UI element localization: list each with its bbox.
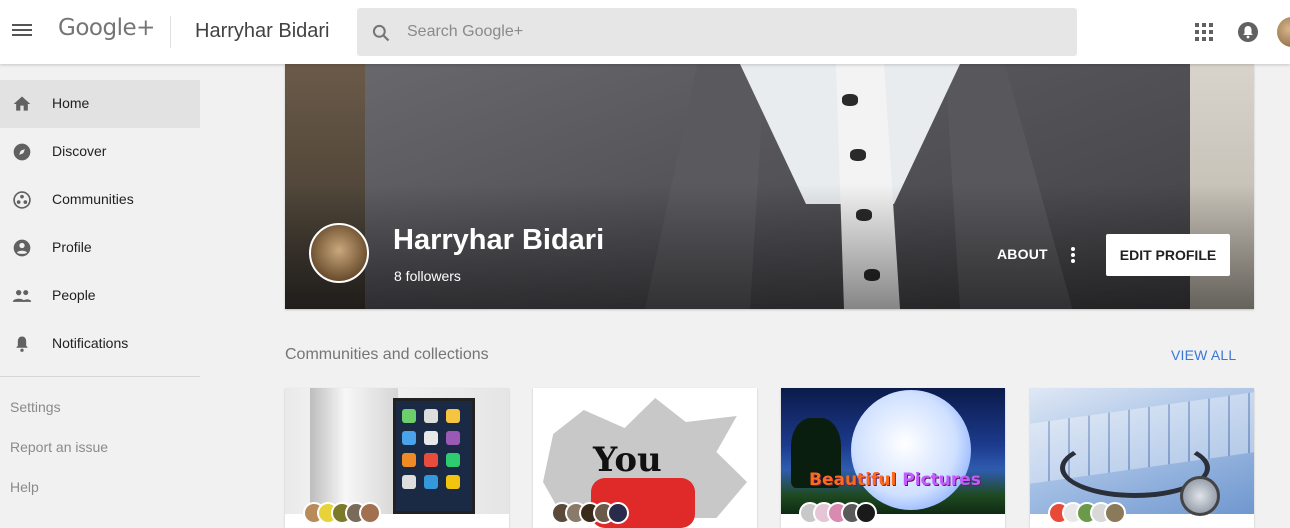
top-app-bar: Google+ Harryhar Bidari <box>0 0 1290 64</box>
nav-item-label: Profile <box>52 239 92 255</box>
moonlight-couple-image: Beautiful Pictures <box>781 388 1005 514</box>
nav-item-people[interactable]: People <box>0 272 200 320</box>
nav-item-label: People <box>52 287 96 303</box>
beautiful-pictures-word: Pictures <box>902 470 981 490</box>
notifications-bell-icon[interactable] <box>1238 22 1258 42</box>
nav-item-profile[interactable]: Profile <box>0 224 200 272</box>
nav-item-label: Home <box>52 95 90 111</box>
home-icon <box>13 96 31 111</box>
hamburger-menu-icon[interactable] <box>12 22 32 42</box>
beautiful-pictures-text: Beautiful Pictures <box>809 470 981 490</box>
report-issue-link[interactable]: Report an issue <box>10 439 108 455</box>
help-link[interactable]: Help <box>10 479 39 495</box>
account-circle-icon <box>13 239 31 257</box>
followers-count[interactable]: 8 followers <box>394 268 461 284</box>
about-button[interactable]: ABOUT <box>997 246 1048 262</box>
settings-link[interactable]: Settings <box>10 399 61 415</box>
profile-avatar[interactable] <box>309 223 369 283</box>
edit-profile-button[interactable]: EDIT PROFILE <box>1106 234 1230 276</box>
search-icon <box>372 24 390 42</box>
account-avatar[interactable] <box>1277 17 1290 47</box>
nav-item-notifications[interactable]: Notifications <box>0 320 200 368</box>
communities-icon <box>13 191 31 209</box>
google-plus-logo[interactable]: Google+ <box>58 15 155 41</box>
header-divider <box>170 16 171 48</box>
page-title: Harryhar Bidari <box>195 20 330 42</box>
nav-item-communities[interactable]: Communities <box>0 176 200 224</box>
search-input[interactable] <box>407 8 1057 56</box>
section-title: Communities and collections <box>285 346 489 363</box>
profile-name: Harryhar Bidari <box>393 224 605 256</box>
youtube-image: You <box>533 388 757 528</box>
more-vert-icon[interactable] <box>1069 245 1077 265</box>
nav-item-home[interactable]: Home <box>0 80 200 128</box>
nav-item-discover[interactable]: Discover <box>0 128 200 176</box>
nav-item-label: Discover <box>52 143 107 159</box>
bell-icon <box>16 336 28 352</box>
search-box[interactable] <box>357 8 1077 56</box>
community-card[interactable]: You <box>533 388 757 528</box>
nav-item-label: Notifications <box>52 335 129 351</box>
community-card[interactable] <box>285 388 509 528</box>
apps-grid-icon[interactable] <box>1195 23 1213 41</box>
left-navigation: Home Discover Communities Profile People… <box>0 64 200 524</box>
youtube-image-text: You <box>593 440 662 480</box>
profile-cover: Harryhar Bidari 8 followers ABOUT EDIT P… <box>285 64 1254 309</box>
sidebar-divider <box>0 376 200 377</box>
people-icon <box>12 290 32 302</box>
view-all-link[interactable]: VIEW ALL <box>1171 347 1236 363</box>
community-card[interactable] <box>1030 388 1254 528</box>
compass-icon <box>13 143 31 161</box>
community-card[interactable]: Beautiful Pictures <box>781 388 1005 528</box>
stethoscope-keyboard-image <box>1030 388 1254 516</box>
phone-image <box>285 388 509 514</box>
nav-item-label: Communities <box>52 191 134 207</box>
